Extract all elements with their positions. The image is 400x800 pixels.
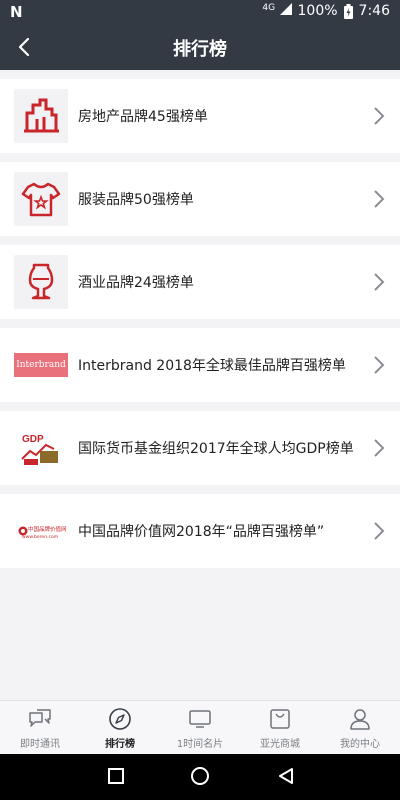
network-indicator: 4G [262, 3, 292, 19]
tab-business-card[interactable]: 1时间名片 [160, 701, 240, 754]
person-icon [350, 709, 370, 730]
ranking-item-label: 国际货币基金组织2017年全球人均GDP榜单 [78, 441, 354, 457]
tab-my-center[interactable]: 我的中心 [320, 701, 400, 754]
status-bar: N 4G 100% 7:46 [0, 0, 400, 24]
ranking-item-label: 酒业品牌24强榜单 [78, 275, 194, 291]
ranking-item-china-brand-value[interactable]: 中国品牌价值网 www.beren.com 中国品牌价值网2018年“品牌百强榜… [0, 494, 400, 568]
page-title: 排行榜 [173, 39, 227, 60]
tab-rankings[interactable]: 排行榜 [80, 701, 160, 754]
back-button[interactable] [276, 766, 296, 786]
system-navigation-bar [0, 754, 400, 800]
clock: 7:46 [358, 3, 390, 19]
chevron-right-icon [374, 439, 385, 457]
carrier-icon: N [10, 3, 23, 21]
chinabrand-logo: 中国品牌价值网 www.beren.com [14, 504, 68, 558]
chevron-right-icon [374, 190, 385, 208]
ranking-item-label: 房地产品牌45强榜单 [78, 109, 208, 125]
tshirt-icon [14, 172, 68, 226]
compass-icon [109, 708, 131, 730]
shopping-bag-icon [270, 709, 290, 729]
tv-icon [189, 710, 211, 728]
recent-apps-button[interactable] [106, 766, 126, 786]
ranking-item-label: 中国品牌价值网2018年“品牌百强榜单” [78, 524, 325, 540]
signal-icon [279, 3, 292, 15]
building-icon [14, 89, 68, 143]
ranking-item-apparel[interactable]: 服装品牌50强榜单 [0, 162, 400, 236]
gdp-logo: GDP [14, 421, 68, 475]
ranking-item-imf-gdp[interactable]: GDP 国际货币基金组织2017年全球人均GDP榜单 [0, 411, 400, 485]
chat-icon [29, 709, 51, 727]
interbrand-logo: Interbrand [14, 338, 68, 392]
chevron-right-icon [374, 273, 385, 291]
ranking-item-real-estate[interactable]: 房地产品牌45强榜单 [0, 79, 400, 153]
ranking-item-label: 服装品牌50强榜单 [78, 192, 194, 208]
tab-mall[interactable]: 亚光商城 [240, 701, 320, 754]
chevron-right-icon [374, 356, 385, 374]
chevron-right-icon [374, 107, 385, 125]
tab-instant-messaging[interactable]: 即时通讯 [0, 701, 80, 754]
header-bar: 排行榜 [0, 24, 400, 70]
home-button[interactable] [190, 766, 210, 786]
wine-glass-icon [14, 255, 68, 309]
battery-percent: 100% [297, 3, 338, 19]
bottom-tab-bar: 即时通讯 排行榜 1时间名片 亚光商城 我的中心 [0, 700, 400, 754]
chevron-right-icon [374, 522, 385, 540]
ranking-item-interbrand[interactable]: Interbrand Interbrand 2018年全球最佳品牌百强榜单 [0, 328, 400, 402]
ranking-item-label: Interbrand 2018年全球最佳品牌百强榜单 [78, 358, 346, 374]
battery-icon [343, 3, 353, 19]
ranking-item-liquor[interactable]: 酒业品牌24强榜单 [0, 245, 400, 319]
